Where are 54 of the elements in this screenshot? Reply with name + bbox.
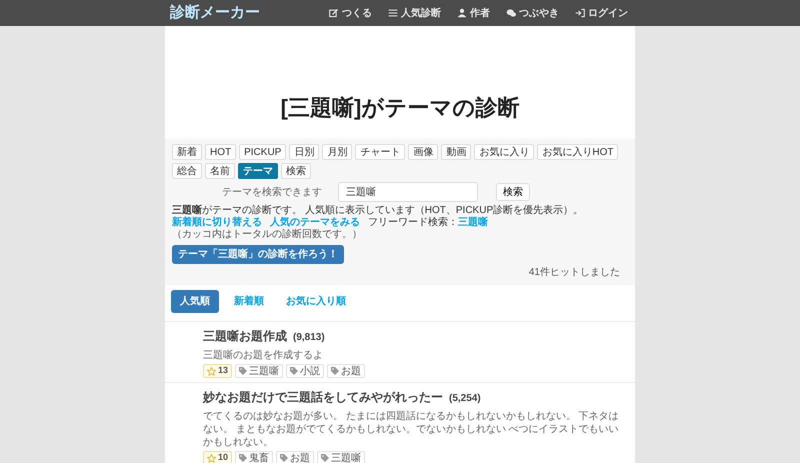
filter-tab[interactable]: お気に入り (474, 144, 534, 160)
filter-tab[interactable]: 画像 (408, 144, 438, 160)
filter-tab[interactable]: 新着 (172, 144, 202, 160)
chat-bubbles-icon (506, 8, 516, 18)
filter-tab[interactable]: 名前 (205, 163, 235, 179)
filter-tab[interactable]: お気に入りHOT (537, 144, 618, 160)
description-text: 三題噺がテーマの診断です。 人気順に表示しています（HOT、PICKUP診断を優先表示）。 (172, 205, 584, 216)
nav-link[interactable]: 作者 (457, 6, 490, 20)
favorite-count-badge[interactable]: 10 (203, 451, 232, 463)
filter-tab[interactable]: 検索 (281, 163, 311, 179)
tag[interactable]: 鬼畜 (235, 451, 274, 463)
tag[interactable]: お題 (327, 364, 366, 378)
nav-link[interactable]: 人気診断 (388, 6, 441, 20)
note-text: （カッコ内はトータルの診断回数です。） (172, 229, 363, 241)
result-description: 三題噺のお題を作成するよ (203, 349, 324, 362)
nav-link[interactable]: つぶやき (506, 6, 559, 20)
star-icon (207, 366, 216, 376)
tag[interactable]: 小説 (286, 364, 324, 378)
nav-link[interactable]: ログイン (575, 6, 628, 20)
tag-icon (290, 367, 298, 375)
filter-tab[interactable]: HOT (205, 144, 236, 160)
play-count: (5,254) (449, 392, 481, 406)
filter-tab[interactable]: 総合 (172, 163, 202, 179)
hit-count: 41件ヒットしました (528, 266, 620, 280)
page-title: [三題噺]がテーマの診断 (280, 94, 520, 122)
filter-tab[interactable]: チャート (355, 144, 406, 160)
create-theme-button[interactable]: テーマ「三題噺」の診断を作ろう！ (172, 245, 344, 264)
tag-icon (239, 367, 248, 375)
favorite-count-badge[interactable]: 13 (203, 364, 232, 378)
tag-icon (331, 367, 340, 375)
filter-tab[interactable]: 日別 (289, 144, 320, 160)
list-icon (388, 8, 398, 18)
login-icon (575, 8, 585, 18)
tag[interactable]: お題 (276, 451, 314, 463)
filter-tab[interactable]: 動画 (441, 144, 472, 160)
result-description: でてくるのは妙なお題が多い。 たまには四題話になるかもしれないかもしれない。 下ネタはない。 まともなお題がでてくるかもしれない。でないかもしれない べつにイラストでもいいかもしれない。 (203, 410, 620, 449)
result-title-link[interactable]: 三題噺お題作成 (203, 327, 287, 345)
sort-tab[interactable]: 人気順 (171, 290, 219, 313)
free-word-label: フリーワード検索： (368, 217, 458, 229)
filter-tab[interactable]: PICKUP (239, 144, 286, 160)
tag[interactable]: 三題噺 (235, 364, 284, 378)
tag[interactable]: 三題噺 (317, 451, 366, 463)
search-label: テーマを検索できます (221, 186, 322, 200)
site-logo[interactable]: 診断メーカー (170, 2, 260, 24)
search-field[interactable]: 三題噺 (338, 182, 478, 202)
nav-link[interactable]: つくる (329, 6, 372, 20)
user-icon (457, 8, 467, 18)
star-icon (207, 454, 216, 462)
play-count: (9,813) (293, 331, 325, 345)
edit-icon (329, 8, 339, 18)
result-title-link[interactable]: 妙なお題だけで三題話をしてみやがれったー (203, 388, 443, 406)
filter-tab[interactable]: 月別 (322, 144, 352, 160)
filter-tab[interactable]: テーマ (238, 163, 278, 179)
search-button[interactable]: 検索 (496, 183, 530, 201)
